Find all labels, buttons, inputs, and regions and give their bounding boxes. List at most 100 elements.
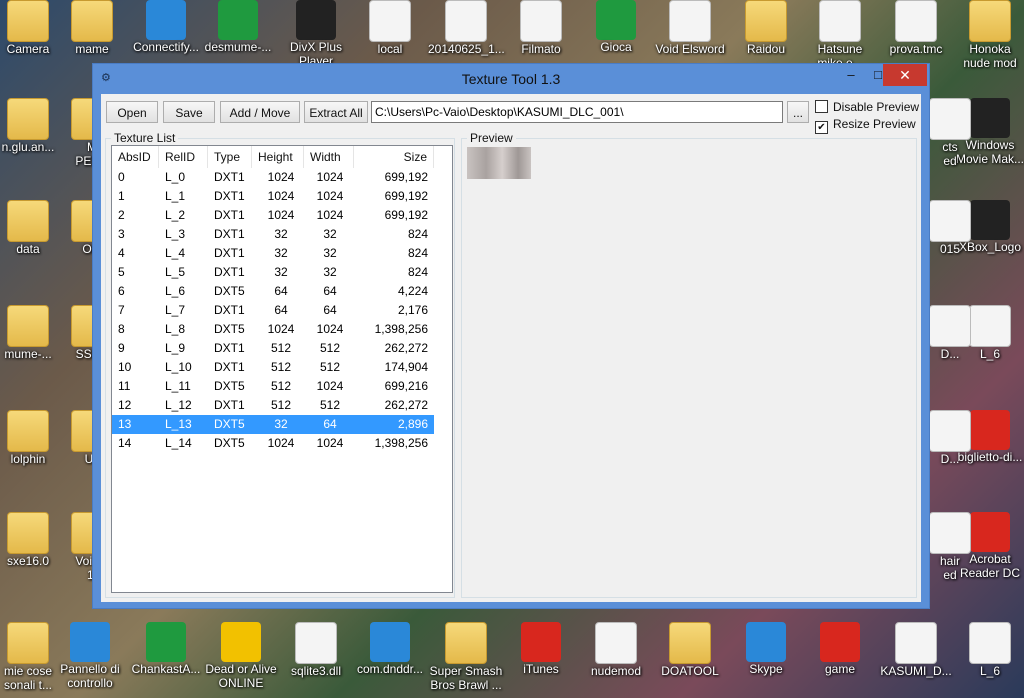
column-width[interactable]: Width xyxy=(304,146,354,168)
cell-size: 699,192 xyxy=(384,170,428,184)
desktop-icon[interactable]: Connectify... xyxy=(128,0,204,54)
cell-width: 1024 xyxy=(316,322,344,336)
add-move-button[interactable]: Add / Move xyxy=(220,101,300,123)
table-row[interactable]: 8 L_8 DXT5 1024 1024 1,398,256 xyxy=(112,320,434,339)
table-row[interactable]: 0 L_0 DXT1 1024 1024 699,192 xyxy=(112,168,434,187)
open-button[interactable]: Open xyxy=(106,101,158,123)
desktop-icon[interactable]: DivX Plus Player xyxy=(278,0,354,68)
desktop-icon[interactable]: Pannello di controllo xyxy=(52,622,128,690)
table-row[interactable]: 14 L_14 DXT5 1024 1024 1,398,256 xyxy=(112,434,434,453)
list-header: AbsID RelID Type Height Width Size xyxy=(112,146,434,168)
desktop-icon[interactable]: local xyxy=(352,0,428,56)
disable-preview-box[interactable] xyxy=(815,100,828,113)
resize-preview-checkbox[interactable]: ✔ Resize Preview xyxy=(815,117,925,134)
cell-absid: 10 xyxy=(118,360,132,374)
texture-list[interactable]: AbsID RelID Type Height Width Size 0 L_0 D… xyxy=(111,145,453,593)
desktop-icon-glyph xyxy=(929,410,971,452)
cell-type: DXT1 xyxy=(214,341,245,355)
desktop-icon-glyph xyxy=(929,200,971,242)
desktop-icon-label: Void Elsword xyxy=(655,42,725,56)
table-row[interactable]: 2 L_2 DXT1 1024 1024 699,192 xyxy=(112,206,434,225)
cell-height: 512 xyxy=(270,398,292,412)
desktop-icon[interactable]: game xyxy=(802,622,878,676)
desktop-icon[interactable]: Raidou xyxy=(728,0,804,56)
cell-size: 699,192 xyxy=(384,189,428,203)
cell-height: 512 xyxy=(270,379,292,393)
desktop-icon[interactable]: prova.tmc xyxy=(878,0,954,56)
cell-absid: 9 xyxy=(118,341,125,355)
preview-group: Preview xyxy=(461,131,917,598)
cell-size: 1,398,256 xyxy=(374,436,428,450)
cell-size: 1,398,256 xyxy=(374,322,428,336)
resize-preview-box[interactable]: ✔ xyxy=(815,121,828,134)
desktop-icon[interactable]: Super Smash Bros Brawl ... xyxy=(428,622,504,692)
desktop-icon[interactable]: ChankastA... xyxy=(128,622,204,676)
cell-absid: 12 xyxy=(118,398,132,412)
cell-width: 1024 xyxy=(316,189,344,203)
cell-absid: 6 xyxy=(118,284,125,298)
close-button[interactable]: ✕ xyxy=(883,64,927,86)
cell-width: 64 xyxy=(323,303,337,317)
cell-type: DXT1 xyxy=(214,303,245,317)
extract-all-button[interactable]: Extract All xyxy=(304,101,368,123)
column-height[interactable]: Height xyxy=(252,146,304,168)
desktop-icon[interactable]: sqlite3.dll xyxy=(278,622,354,678)
table-row[interactable]: 10 L_10 DXT1 512 512 174,904 xyxy=(112,358,434,377)
cell-size: 699,216 xyxy=(384,379,428,393)
desktop-icon[interactable]: Dead or Alive ONLINE xyxy=(203,622,279,690)
table-row[interactable]: 5 L_5 DXT1 32 32 824 xyxy=(112,263,434,282)
table-row[interactable]: 4 L_4 DXT1 32 32 824 xyxy=(112,244,434,263)
table-row[interactable]: 6 L_6 DXT5 64 64 4,224 xyxy=(112,282,434,301)
path-input[interactable]: C:\Users\Pc-Vaio\Desktop\KASUMI_DLC_001\ xyxy=(371,101,783,123)
browse-button[interactable]: ... xyxy=(787,101,809,123)
desktop-icon[interactable]: mame xyxy=(54,0,130,56)
table-row[interactable]: 13 L_13 DXT5 32 64 2,896 xyxy=(112,415,434,434)
desktop-icon-label: Connectify... xyxy=(133,40,199,54)
desktop-icon[interactable]: iTunes xyxy=(503,622,579,676)
column-size[interactable]: Size xyxy=(354,146,434,168)
desktop-icon-glyph xyxy=(929,98,971,140)
title-bar[interactable]: ⚙ Texture Tool 1.3 – □ ✕ xyxy=(93,64,929,94)
desktop-icon-label: Super Smash Bros Brawl ... xyxy=(429,664,503,692)
cell-absid: 11 xyxy=(118,379,131,393)
table-row[interactable]: 1 L_1 DXT1 1024 1024 699,192 xyxy=(112,187,434,206)
desktop-icon[interactable]: L_6 xyxy=(952,622,1024,678)
desktop-icon-label: Dead or Alive ONLINE xyxy=(205,662,277,690)
desktop-icon[interactable]: Gioca xyxy=(578,0,654,54)
desktop-icon[interactable]: nudemod xyxy=(578,622,654,678)
table-row[interactable]: 12 L_12 DXT1 512 512 262,272 xyxy=(112,396,434,415)
cell-relid: L_6 xyxy=(165,284,186,298)
cell-type: DXT1 xyxy=(214,227,245,241)
desktop-icon[interactable]: KASUMI_D... xyxy=(878,622,954,678)
desktop-icon[interactable]: Filmato xyxy=(503,0,579,56)
desktop-icon[interactable]: Honoka nude mod xyxy=(952,0,1024,70)
cell-height: 1024 xyxy=(267,170,295,184)
table-row[interactable]: 7 L_7 DXT1 64 64 2,176 xyxy=(112,301,434,320)
cell-width: 32 xyxy=(323,227,337,241)
cell-type: DXT1 xyxy=(214,246,245,260)
desktop-icon[interactable]: Skype xyxy=(728,622,804,676)
save-button[interactable]: Save xyxy=(163,101,215,123)
column-absid[interactable]: AbsID xyxy=(112,146,159,168)
desktop-icon-glyph xyxy=(521,622,561,662)
disable-preview-checkbox[interactable]: Disable Preview xyxy=(815,100,925,114)
column-relid[interactable]: RelID xyxy=(159,146,208,168)
table-row[interactable]: 11 L_11 DXT5 512 1024 699,216 xyxy=(112,377,434,396)
desktop-icon-glyph xyxy=(746,622,786,662)
cell-absid: 4 xyxy=(118,246,125,260)
column-type[interactable]: Type xyxy=(208,146,252,168)
desktop-icon-glyph xyxy=(445,622,487,664)
desktop-icon[interactable]: Hatsune mike e... xyxy=(802,0,878,70)
cell-width: 32 xyxy=(323,246,337,260)
desktop-icon[interactable]: com.dnddr... xyxy=(352,622,428,676)
desktop-icon[interactable]: Void Elsword xyxy=(652,0,728,56)
desktop-icon[interactable]: DOATOOL xyxy=(652,622,728,678)
desktop-icon[interactable]: 20140625_1... xyxy=(428,0,505,56)
minimize-button[interactable]: – xyxy=(836,64,866,86)
desktop-icon-label: sqlite3.dll xyxy=(290,664,342,678)
desktop-icon-glyph xyxy=(669,622,711,664)
desktop-icon-glyph xyxy=(296,0,336,40)
table-row[interactable]: 3 L_3 DXT1 32 32 824 xyxy=(112,225,434,244)
desktop-icon[interactable]: desmume-... xyxy=(200,0,276,54)
table-row[interactable]: 9 L_9 DXT1 512 512 262,272 xyxy=(112,339,434,358)
